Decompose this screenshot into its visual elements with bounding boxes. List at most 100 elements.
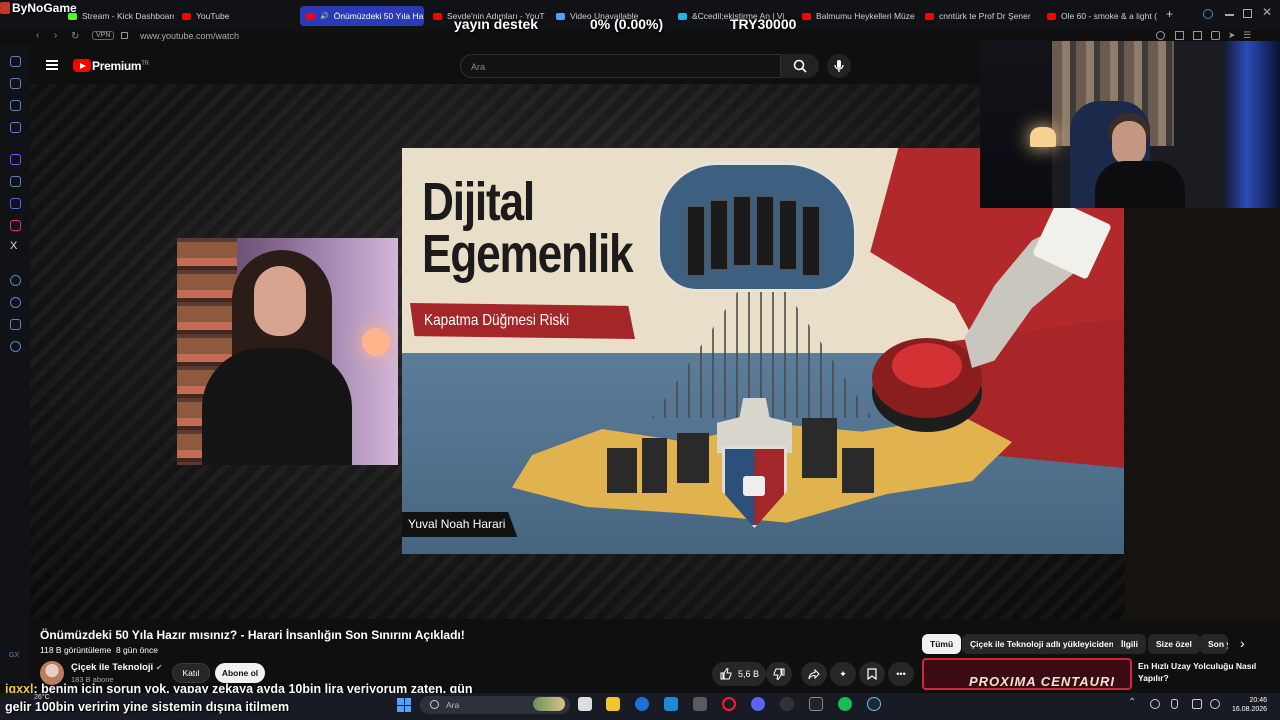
browser-tab[interactable]: Ole 60 - smoke & a light ( xyxy=(1041,6,1159,26)
sidebar-settings-icon[interactable] xyxy=(10,341,21,352)
menu-icon[interactable] xyxy=(46,60,58,70)
address-url[interactable]: www.youtube.com/watch xyxy=(140,31,239,41)
mail-icon[interactable] xyxy=(664,697,678,711)
save-button[interactable] xyxy=(859,662,885,686)
tab-label: Balmumu Heykelleri Müze xyxy=(816,11,915,21)
snipping-icon[interactable] xyxy=(693,697,707,711)
video-title: Önümüzdeki 50 Yıla Hazır mısınız? - Hara… xyxy=(40,628,465,642)
sidebar-music-icon[interactable] xyxy=(10,78,21,89)
file-explorer-icon[interactable] xyxy=(606,697,620,711)
sidebar-clock-icon[interactable] xyxy=(10,297,21,308)
vpn-badge[interactable]: VPN xyxy=(92,31,115,40)
fullscreen-icon[interactable] xyxy=(1193,31,1202,40)
obs-icon[interactable] xyxy=(780,697,794,711)
volume-icon[interactable] xyxy=(1210,699,1220,709)
close-icon[interactable]: ✕ xyxy=(1262,5,1272,19)
steam-icon[interactable] xyxy=(867,697,881,711)
opera-gx-icon[interactable] xyxy=(722,697,736,711)
spotify-icon[interactable] xyxy=(838,697,852,711)
more-actions-button[interactable]: ••• xyxy=(888,662,914,686)
maximize-icon[interactable] xyxy=(1243,9,1252,18)
dislike-button[interactable] xyxy=(766,662,792,686)
sidebar-gx-label: GX xyxy=(9,652,20,659)
bookmark-icon xyxy=(867,668,877,680)
epic-games-icon[interactable] xyxy=(809,697,823,711)
thumbnail-title: Dijital Egemenlik xyxy=(422,172,634,284)
tab-favicon-icon xyxy=(802,12,811,20)
donation-label: yayın destek xyxy=(454,16,539,32)
new-tab-button[interactable]: + xyxy=(1166,7,1173,21)
search-button[interactable] xyxy=(781,54,819,78)
voice-search-button[interactable] xyxy=(827,54,851,78)
chip-related[interactable]: İlgili xyxy=(1113,634,1146,654)
search-tabs-icon[interactable] xyxy=(1203,9,1213,19)
join-button[interactable]: Katıl xyxy=(172,663,210,683)
youtube-logo-icon[interactable] xyxy=(73,59,91,72)
windows-start-icon[interactable] xyxy=(397,698,411,712)
discord-icon[interactable] xyxy=(751,697,765,711)
share-button[interactable] xyxy=(801,662,827,686)
taskbar-clock[interactable]: 20:46 16.08.2026 xyxy=(1232,696,1267,714)
zoom-icon[interactable] xyxy=(1156,31,1165,40)
minimize-icon[interactable] xyxy=(1225,14,1234,16)
speaker-icon[interactable]: 🔊 xyxy=(320,12,329,20)
tab-label: Önümüzdeki 50 Yıla Ha xyxy=(333,11,424,21)
sidebar-player-icon[interactable] xyxy=(10,275,21,286)
video-thumbnail[interactable]: Dijital Egemenlik Kapatma Düğmesi Riski Y… xyxy=(402,148,1124,554)
recommended-title[interactable]: En Hızlı Uzay Yolculuğu Nasıl Yapılır? xyxy=(1138,660,1268,684)
brand-logo-icon xyxy=(0,2,10,14)
youtube-premium-logo[interactable]: PremiumTR xyxy=(92,59,149,73)
browser-tab[interactable]: Balmumu Heykelleri Müze xyxy=(796,6,916,26)
search-icon xyxy=(793,59,807,73)
chip-recent[interactable]: Son y xyxy=(1200,634,1228,654)
channel-name[interactable]: Çiçek ile Teknoloji ✔ xyxy=(71,662,163,673)
like-count: 5,6 B xyxy=(738,669,760,679)
recommended-thumbnail[interactable]: PROXIMA CENTAURI xyxy=(922,658,1132,690)
microphone-tray-icon[interactable] xyxy=(1171,699,1178,709)
tab-label: YouTube xyxy=(196,11,230,21)
forward-icon[interactable]: › xyxy=(54,30,57,41)
app-store-icon[interactable] xyxy=(635,697,649,711)
tab-label: Ole 60 - smoke & a light ( xyxy=(1061,11,1157,21)
chevron-right-icon[interactable]: › xyxy=(1240,635,1245,651)
taskbar-widget-icon[interactable] xyxy=(533,697,565,711)
sidebar-instagram-icon[interactable] xyxy=(10,220,21,231)
chip-all[interactable]: Tümü xyxy=(922,634,962,654)
subscribe-button[interactable]: Abone ol xyxy=(215,663,265,683)
snapshot-icon[interactable] xyxy=(1175,31,1184,40)
chip-for-you[interactable]: Size özel xyxy=(1148,634,1200,654)
stream-brand: ByNoGame xyxy=(0,0,77,16)
sidebar-history-icon[interactable] xyxy=(10,56,21,67)
back-icon[interactable]: ‹ xyxy=(36,30,39,41)
browser-tab[interactable]: Stream - Kick Dashboard xyxy=(62,6,174,26)
browser-tab[interactable]: 🔊 Önümüzdeki 50 Yıla Ha xyxy=(300,6,424,26)
padlock-icon xyxy=(743,476,765,496)
ask-ai-button[interactable]: ✦ xyxy=(830,662,856,686)
task-view-icon[interactable] xyxy=(578,697,592,711)
tabs-overview-icon[interactable]: ☰ xyxy=(1243,30,1251,41)
display-tray-icon[interactable] xyxy=(1192,699,1202,709)
browser-tab[interactable]: YouTube xyxy=(176,6,286,26)
sidebar-discord-icon[interactable] xyxy=(10,198,21,209)
donation-goal: TRY30000 xyxy=(730,16,797,32)
tab-label: Stream - Kick Dashboard xyxy=(82,11,174,21)
sparkle-icon: ✦ xyxy=(839,668,847,679)
sidebar-twitch-icon[interactable] xyxy=(10,154,21,165)
browser-tab[interactable]: cnntürk te Prof Dr Şener xyxy=(919,6,1039,26)
sidebar-percent-icon[interactable] xyxy=(10,176,21,187)
tray-chevron-icon[interactable]: ⌃ xyxy=(1128,697,1136,708)
player-icon[interactable] xyxy=(1211,31,1220,40)
sidebar-extensions-icon[interactable] xyxy=(10,319,21,330)
like-button[interactable]: 5,6 B xyxy=(712,662,766,686)
send-icon[interactable]: ➤ xyxy=(1228,30,1236,41)
chip-from-uploader[interactable]: Çiçek ile Teknoloji adlı yükleyiciden xyxy=(962,634,1122,654)
sidebar-gamepad-icon[interactable] xyxy=(10,100,21,111)
more-icon: ••• xyxy=(896,669,906,679)
sidebar-x-icon[interactable]: X xyxy=(10,240,17,252)
tab-favicon-icon xyxy=(556,12,565,20)
search-input[interactable]: Ara xyxy=(460,54,781,78)
tray-app-icon[interactable] xyxy=(1150,699,1160,709)
reload-icon[interactable]: ↻ xyxy=(71,31,79,42)
streamer-webcam xyxy=(980,41,1280,208)
sidebar-messenger-icon[interactable] xyxy=(10,122,21,133)
